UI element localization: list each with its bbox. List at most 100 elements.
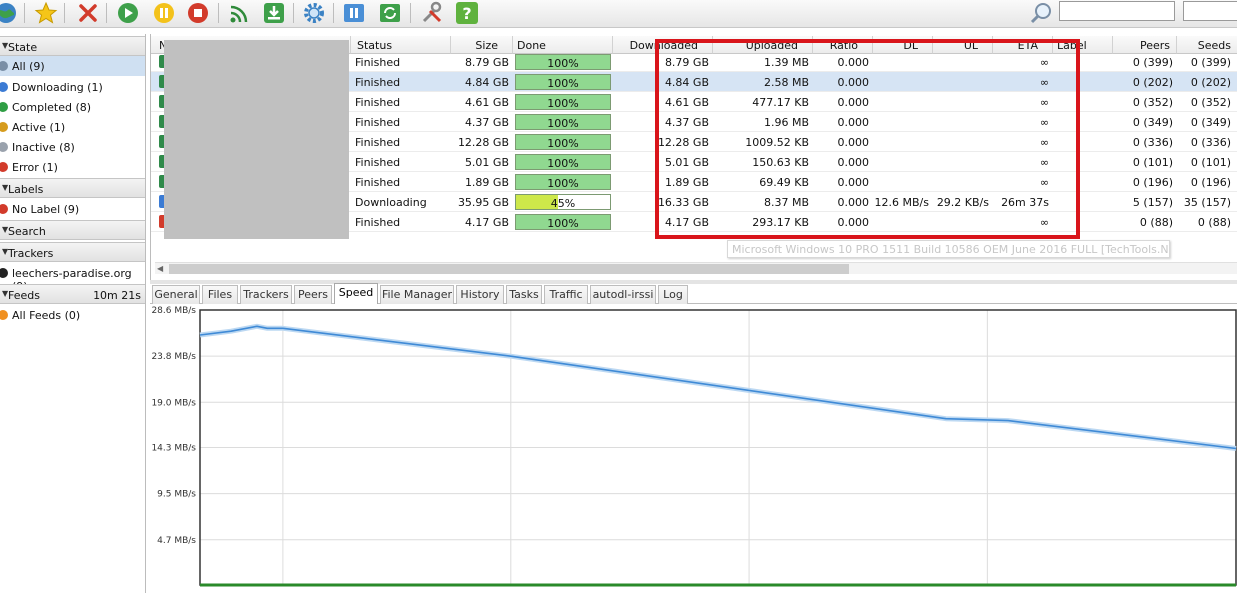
tab-files[interactable]: Files [202,285,238,304]
size-cell: 8.79 GB [464,56,509,69]
toolbar-separator [410,3,411,23]
progress-text: 100% [547,217,579,230]
sidebar-item-completed[interactable]: Completed (8) [0,97,145,117]
status-cell: Finished [355,116,401,129]
sidebar-header-feeds[interactable]: ▼ Feeds 10m 21s [0,284,145,304]
all-torrents-icon [0,61,8,71]
search-input[interactable] [1059,1,1175,21]
sidebar-item-active[interactable]: Active (1) [0,117,145,137]
seeds-cell: 0 (101) [1190,156,1231,169]
peers-cell: 0 (336) [1132,136,1173,149]
tab-trackers[interactable]: Trackers [240,285,292,304]
toolbar-separator [106,3,107,23]
size-cell: 1.89 GB [464,176,509,189]
tracker-favicon-icon [0,268,8,278]
progress-text: 100% [547,157,579,170]
sidebar-item-all-feeds[interactable]: All Feeds (0) [0,305,145,325]
sidebar-header-search[interactable]: ▼ Search [0,220,145,240]
speed-chart: 28.6 MB/s 23.8 MB/s 19.0 MB/s 14.3 MB/s 9.5 … [150,304,1237,593]
size-cell: 35.95 GB [457,196,509,209]
sidebar-item-downloading[interactable]: Downloading (1) [0,77,145,97]
seeds-cell: 0 (399) [1190,56,1231,69]
status-cell: Finished [355,136,401,149]
toolbar-separator [293,3,294,23]
progress-bar: 100% [515,134,611,150]
status-cell: Finished [355,156,401,169]
error-icon [0,162,8,172]
tab-speed[interactable]: Speed [334,283,378,304]
tab-tasks[interactable]: Tasks [506,285,542,304]
pause-all-icon[interactable] [342,1,366,25]
sidebar-item-tracker[interactable]: leechers-paradise.org (9) [0,263,145,293]
sidebar-item-error[interactable]: Error (1) [0,157,145,177]
remove-icon[interactable] [76,1,100,25]
progress-text: 100% [547,117,579,130]
toolbar-separator [333,3,334,23]
tab-peers[interactable]: Peers [294,285,332,304]
no-label-icon [0,204,8,214]
search-icon[interactable] [1030,1,1054,25]
progress-bar: 100% [515,154,611,170]
progress-text: 45% [550,197,576,210]
search-engine-select[interactable] [1183,1,1237,21]
sidebar-item-no-label[interactable]: No Label (9) [0,199,145,219]
tab-log[interactable]: Log [658,285,688,304]
globe-icon[interactable] [0,1,18,25]
progress-bar: 100% [515,114,611,130]
seeds-cell: 0 (349) [1190,116,1231,129]
tab-traffic[interactable]: Traffic [544,285,588,304]
completed-icon [0,102,8,112]
size-cell: 4.37 GB [464,116,509,129]
progress-text: 100% [547,57,579,70]
y-tick-label: 28.6 MB/s [151,306,196,316]
pause-icon[interactable] [152,1,176,25]
tab-file-manager[interactable]: File Manager [380,285,454,304]
size-cell: 4.17 GB [464,216,509,229]
seeds-cell: 0 (88) [1197,216,1231,229]
feed-icon [0,310,8,320]
y-tick-label: 19.0 MB/s [151,398,196,408]
sidebar-item-all[interactable]: All (9) [0,56,145,76]
sidebar: ▼ State All (9) Downloading (1) Completed… [0,34,146,593]
peers-cell: 5 (157) [1132,196,1173,209]
sidebar-header-trackers[interactable]: ▼ Trackers [0,242,145,262]
rss-icon[interactable] [228,1,252,25]
sidebar-header-state[interactable]: ▼ State [0,36,145,56]
inactive-icon [0,142,8,152]
peers-cell: 0 (352) [1132,96,1173,109]
sidebar-item-inactive[interactable]: Inactive (8) [0,137,145,157]
peers-cell: 0 (399) [1132,56,1173,69]
star-icon[interactable] [34,1,58,25]
seeds-cell: 0 (196) [1190,176,1231,189]
downloading-icon [0,82,8,92]
peers-cell: 0 (196) [1132,176,1173,189]
help-icon[interactable]: ? [455,1,479,25]
horizontal-scrollbar[interactable]: ◀ [155,262,1237,274]
progress-bar: 100% [515,94,611,110]
seeds-cell: 35 (157) [1183,196,1231,209]
stop-icon[interactable] [186,1,210,25]
redacted-names-block [164,40,349,239]
y-tick-label: 23.8 MB/s [151,352,196,362]
progress-text: 100% [547,97,579,110]
tab-autodl-irssi[interactable]: autodl-irssi [590,285,656,304]
status-cell: Finished [355,176,401,189]
svg-text:?: ? [462,4,471,23]
preferences-icon[interactable] [302,1,326,25]
tab-general[interactable]: General [152,285,200,304]
start-icon[interactable] [116,1,140,25]
status-cell: Finished [355,216,401,229]
scroll-left-icon[interactable]: ◀ [157,264,163,273]
peers-cell: 0 (101) [1132,156,1173,169]
scrollbar-thumb[interactable] [169,264,849,274]
highlight-box [655,39,1080,239]
tab-history[interactable]: History [456,285,504,304]
download-icon[interactable] [262,1,286,25]
progress-text: 100% [547,177,579,190]
speed-chart-svg: 28.6 MB/s 23.8 MB/s 19.0 MB/s 14.3 MB/s 9.5 … [151,306,1237,587]
torrent-name-tooltip: Microsoft Windows 10 PRO 1511 Build 1058… [727,240,1170,258]
tools-icon[interactable] [420,1,444,25]
sidebar-header-labels[interactable]: ▼ Labels [0,178,145,198]
resume-all-icon[interactable] [378,1,402,25]
progress-bar: 100% [515,54,611,70]
